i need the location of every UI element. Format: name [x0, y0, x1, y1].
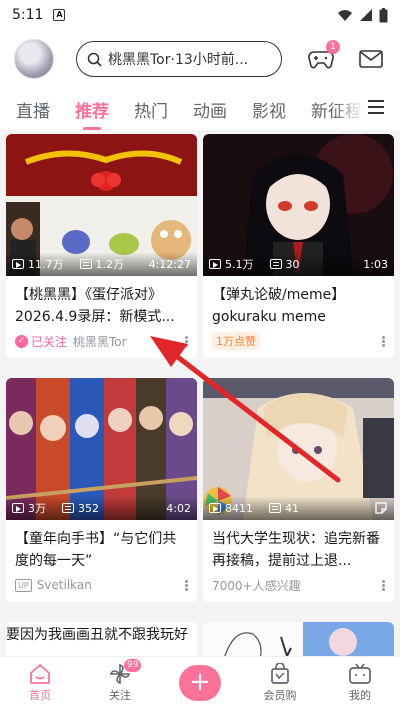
status-bar: 5:11 A	[0, 0, 400, 30]
danmaku-icon	[269, 259, 282, 269]
nav-home[interactable]: 首页	[10, 663, 70, 703]
video-duration: 4:02	[166, 501, 191, 515]
video-feed[interactable]: 11.7万 1.2万 4:12:27 【桃黑黑】《蛋仔派对》2026.4.9录屏…	[0, 130, 400, 656]
danmaku-count: 30	[285, 257, 300, 271]
video-thumbnail: 3万 352 4:02	[6, 378, 197, 520]
notification-a-icon: A	[53, 9, 66, 21]
video-stats: 5.1万 30 1:03	[203, 252, 394, 276]
nav-follow[interactable]: 关注 99	[90, 659, 150, 703]
view-count: 8411	[225, 501, 253, 515]
nav-me[interactable]: 我的	[330, 663, 390, 703]
tab-hot[interactable]: 热门	[134, 97, 168, 122]
video-meta: UP Svetilkan	[6, 572, 197, 602]
video-title: 【桃黑黑】《蛋仔派对》2026.4.9录屏：新模式...	[15, 287, 175, 325]
status-icons	[337, 7, 388, 23]
search-bar[interactable]: 桃黑黑Tor·13小时前...	[76, 41, 282, 77]
play-count-icon	[12, 259, 24, 269]
video-duration: 1:03	[363, 257, 388, 271]
video-thumbnail: 11.7万 1.2万 4:12:27	[6, 134, 197, 276]
battery-icon	[379, 7, 388, 22]
game-badge: 1	[326, 40, 340, 54]
more-options-icon[interactable]	[382, 579, 385, 592]
signal-icon	[360, 9, 372, 21]
video-meta: ✓ 已关注 桃黑黑Tor	[6, 328, 197, 358]
mail-icon	[359, 50, 383, 68]
search-icon	[87, 52, 102, 67]
tv-icon	[349, 663, 371, 684]
category-tabs: 直播 推荐 热门 动画 影视 新征程	[0, 88, 400, 130]
user-avatar[interactable]	[14, 39, 54, 79]
video-card[interactable]: 11.7万 1.2万 4:12:27 【桃黑黑】《蛋仔派对》2026.4.9录屏…	[6, 134, 197, 358]
shopping-bag-icon	[271, 663, 289, 684]
danmaku-count: 1.2万	[95, 258, 125, 271]
video-stats: 8411 41	[203, 496, 394, 520]
author-name[interactable]: 桃黑黑Tor	[73, 333, 127, 350]
danmaku-icon	[269, 503, 281, 513]
more-options-icon[interactable]	[382, 335, 385, 348]
video-meta: 1万点赞	[203, 328, 394, 358]
sticker-icon	[375, 502, 387, 514]
author-name[interactable]: Svetilkan	[37, 578, 92, 592]
danmaku-count: 352	[78, 501, 99, 515]
video-title: 【童年向手书】“与它们共度的每一天”	[15, 531, 177, 569]
video-card-partial[interactable]: 要因为我画画丑就不跟我玩好	[6, 622, 197, 656]
up-badge: UP	[15, 578, 32, 592]
danmaku-count: 41	[285, 501, 299, 515]
check-icon: ✓	[15, 334, 28, 348]
interest-count: 7000+人感兴趣	[212, 578, 301, 593]
followed-tag: ✓ 已关注	[15, 333, 67, 350]
video-card[interactable]: 8411 41 当代大学生现状：追完新番再接稿，提前过上退... 7000+人感…	[203, 378, 394, 602]
home-icon	[30, 664, 50, 684]
top-header: 桃黑黑Tor·13小时前... 1	[0, 30, 400, 88]
danmaku-icon	[79, 259, 92, 269]
likes-tag: 1万点赞	[212, 332, 260, 350]
tab-anime[interactable]: 动画	[193, 97, 227, 122]
video-card[interactable]: 3万 352 4:02 【童年向手书】“与它们共度的每一天” UP Svetil…	[6, 378, 197, 602]
tab-live[interactable]: 直播	[16, 97, 50, 122]
search-placeholder: 桃黑黑Tor·13小时前...	[108, 52, 249, 68]
play-count-icon	[12, 503, 24, 513]
danmaku-icon	[62, 503, 74, 513]
tab-menu-icon[interactable]	[368, 100, 384, 116]
play-count-icon	[209, 503, 221, 513]
tab-recommend[interactable]: 推荐	[75, 97, 109, 130]
partial-thumbnail-image	[203, 622, 394, 656]
video-meta: 7000+人感兴趣	[203, 572, 394, 602]
view-count: 11.7万	[28, 258, 64, 271]
video-stats: 11.7万 1.2万 4:12:27	[6, 252, 197, 276]
video-stats: 3万 352 4:02	[6, 496, 197, 520]
tab-film[interactable]: 影视	[252, 97, 286, 122]
video-card[interactable]: 5.1万 30 1:03 【弹丸论破/meme】gokuraku meme 1万…	[203, 134, 394, 358]
publish-button[interactable]: +	[179, 665, 221, 701]
more-options-icon[interactable]	[185, 335, 188, 348]
view-count: 3万	[28, 502, 46, 515]
nav-mall[interactable]: 会员购	[250, 663, 310, 703]
bottom-navigation: 首页 关注 99 + 会员购 我的	[0, 656, 400, 710]
wifi-icon	[338, 10, 352, 21]
game-center-button[interactable]: 1	[306, 40, 340, 74]
video-thumbnail: 8411 41	[203, 378, 394, 520]
status-time: 5:11	[12, 7, 44, 23]
tab-fade	[334, 88, 364, 130]
play-count-icon	[209, 259, 221, 269]
video-thumbnail: 5.1万 30 1:03	[203, 134, 394, 276]
video-duration: 4:12:27	[148, 257, 191, 271]
view-count: 5.1万	[225, 258, 254, 271]
more-options-icon[interactable]	[185, 579, 188, 592]
partial-title: 要因为我画画丑就不跟我玩好	[6, 622, 197, 656]
video-title: 【弹丸论破/meme】gokuraku meme	[212, 287, 346, 325]
messages-button[interactable]	[356, 44, 386, 74]
follow-badge: 99	[124, 659, 142, 672]
video-title: 当代大学生现状：追完新番再接稿，提前过上退...	[212, 531, 380, 569]
video-card-partial[interactable]	[203, 622, 394, 656]
